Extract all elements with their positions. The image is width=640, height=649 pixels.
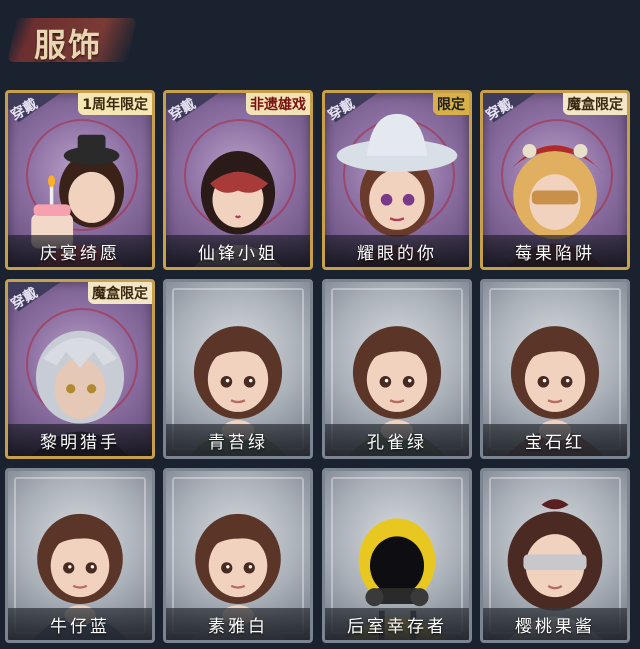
costume-card[interactable]: 樱桃果酱 — [480, 468, 630, 643]
costume-name: 仙锋小姐 — [198, 243, 278, 264]
name-bar: 宝石红 — [483, 424, 627, 456]
costume-card[interactable]: 穿戴 非遗雄戏 仙锋小姐 — [163, 90, 313, 270]
costume-card[interactable]: 穿戴 限定 耀眼的你 — [322, 90, 472, 270]
limited-tag: 魔盒限定 — [563, 93, 627, 115]
name-bar: 耀眼的你 — [325, 235, 469, 267]
name-bar: 仙锋小姐 — [166, 235, 310, 267]
costume-grid: 穿戴 1周年限定 庆宴绮愿 穿戴 非遗雄戏 仙锋小姐 穿戴 限定 耀眼的你 穿戴… — [0, 0, 640, 649]
name-bar: 樱桃果酱 — [483, 608, 627, 640]
name-bar: 莓果陷阱 — [483, 235, 627, 267]
costume-name: 樱桃果酱 — [515, 616, 595, 637]
name-bar: 庆宴绮愿 — [8, 235, 152, 267]
costume-name: 莓果陷阱 — [515, 243, 595, 264]
costume-card[interactable]: 素雅白 — [163, 468, 313, 643]
costume-card[interactable]: 后室幸存者 — [322, 468, 472, 643]
costume-card[interactable]: 青苔绿 — [163, 279, 313, 459]
costume-name: 耀眼的你 — [357, 243, 437, 264]
costume-card[interactable]: 穿戴 魔盒限定 莓果陷阱 — [480, 90, 630, 270]
limited-tag: 1周年限定 — [78, 93, 152, 115]
limited-tag: 魔盒限定 — [88, 282, 152, 304]
name-bar: 青苔绿 — [166, 424, 310, 456]
costume-name: 宝石红 — [525, 432, 585, 453]
limited-tag: 限定 — [433, 93, 469, 115]
costume-card[interactable]: 穿戴 魔盒限定 黎明猎手 — [5, 279, 155, 459]
costume-card[interactable]: 牛仔蓝 — [5, 468, 155, 643]
name-bar: 黎明猎手 — [8, 424, 152, 456]
costume-card[interactable]: 宝石红 — [480, 279, 630, 459]
costume-name: 素雅白 — [208, 616, 268, 637]
name-bar: 牛仔蓝 — [8, 608, 152, 640]
limited-tag: 非遗雄戏 — [246, 93, 310, 115]
costume-name: 黎明猎手 — [40, 432, 120, 453]
name-bar: 后室幸存者 — [325, 608, 469, 640]
costume-name: 孔雀绿 — [367, 432, 427, 453]
costume-name: 庆宴绮愿 — [40, 243, 120, 264]
costume-name: 后室幸存者 — [347, 616, 447, 637]
costume-card[interactable]: 孔雀绿 — [322, 279, 472, 459]
costume-name: 牛仔蓝 — [50, 616, 110, 637]
costume-card[interactable]: 穿戴 1周年限定 庆宴绮愿 — [5, 90, 155, 270]
name-bar: 素雅白 — [166, 608, 310, 640]
costume-name: 青苔绿 — [208, 432, 268, 453]
name-bar: 孔雀绿 — [325, 424, 469, 456]
